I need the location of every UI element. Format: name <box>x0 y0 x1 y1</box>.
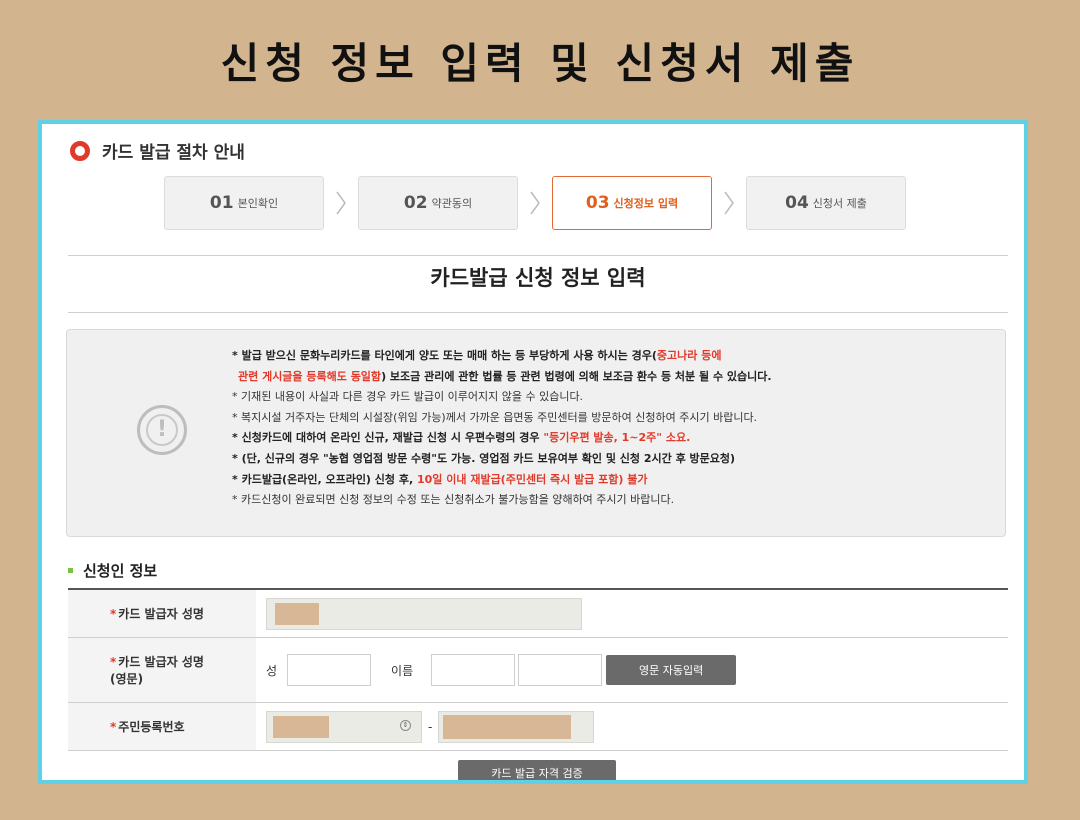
notice-list: * 발급 받으신 문화누리카드를 타인에게 양도 또는 매매 하는 등 부당하게… <box>232 346 992 511</box>
step-4: 04 신청서 제출 <box>746 176 906 230</box>
redacted-block <box>443 714 572 739</box>
step-3-number: 03 <box>585 193 610 213</box>
redacted-block <box>273 715 329 738</box>
given-name-input-2[interactable] <box>518 654 603 686</box>
name-field <box>266 597 582 630</box>
chevron-right-icon <box>324 190 358 216</box>
resident-number-second-field[interactable] <box>438 710 595 743</box>
divider <box>68 312 1008 313</box>
notice-line-4: * 복지시설 거주자는 단체의 시설장(위임 가능)께서 가까운 읍면동 주민센… <box>232 410 758 424</box>
name-value-cell <box>256 590 1008 637</box>
redacted-block <box>275 602 319 625</box>
bullet-square-icon <box>68 568 73 573</box>
step-indicator: 01 본인확인 02 약관동의 03 신청정보 입력 04 신청서 제출 <box>164 176 906 230</box>
notice-box: ! * 발급 받으신 문화누리카드를 타인에게 양도 또는 매매 하는 등 부당… <box>66 329 1006 537</box>
applicant-section-title: 신청인 정보 <box>68 560 157 581</box>
verify-eligibility-button[interactable]: 카드 발급 자격 검증 <box>458 760 616 780</box>
english-auto-fill-button[interactable]: 영문 자동입력 <box>606 655 737 685</box>
bullet-ring-icon <box>70 140 90 161</box>
surname-label: 성 <box>266 663 278 678</box>
chevron-right-icon <box>518 190 552 216</box>
guide-title-text: 카드 발급 절차 안내 <box>102 143 245 163</box>
notice-line-5: * 신청카드에 대하여 온라인 신규, 재발급 신청 시 우편수령의 경우 "등… <box>232 431 691 445</box>
notice-line-8: * 카드신청이 완료되면 신청 정보의 수정 또는 신청취소가 불가능함을 양해… <box>232 493 675 507</box>
divider <box>68 255 1008 256</box>
step-1-number: 01 <box>209 193 234 213</box>
notice-line-3: * 기재된 내용이 사실과 다른 경우 카드 발급이 이루어지지 않을 수 있습… <box>232 390 584 404</box>
step-4-number: 04 <box>785 193 809 213</box>
chevron-right-icon <box>712 190 746 216</box>
resident-number-dash: - <box>428 719 433 734</box>
english-name-label: * 카드 발급자 성명 (영문) <box>68 638 256 702</box>
notice-line-2: 관련 게시글을 등록해도 동일함) 보조금 관리에 관한 법률 등 관련 법령에… <box>238 369 772 383</box>
resident-number-first-field[interactable]: ⇕ <box>266 710 422 743</box>
page-headline: 신청 정보 입력 및 신청서 제출 <box>220 39 860 88</box>
given-name-label: 이름 <box>391 663 414 678</box>
surname-input[interactable] <box>287 654 372 686</box>
step-4-label: 신청서 제출 <box>812 197 867 210</box>
step-2: 02 약관동의 <box>358 176 518 230</box>
step-3-current: 03 신청정보 입력 <box>552 176 712 230</box>
notice-line-6: * (단, 신규의 경우 "농협 영업점 방문 수령"도 가능. 영업점 카드 … <box>232 451 736 465</box>
form-row-name: * 카드 발급자 성명 <box>68 590 1008 638</box>
form-row-english-name: * 카드 발급자 성명 (영문) 성 이름 영문 자동입력 <box>68 638 1008 703</box>
stepper-icon[interactable]: ⇕ <box>400 719 411 731</box>
resident-number-label: * 주민등록번호 <box>68 703 256 750</box>
exclamation-circle-icon: ! <box>137 405 187 455</box>
notice-line-7: * 카드발급(온라인, 오프라인) 신청 후, 10일 이내 재발급(주민센터 … <box>232 472 648 486</box>
section-title: 카드발급 신청 정보 입력 <box>430 266 646 290</box>
english-name-value-cell: 성 이름 영문 자동입력 <box>256 638 1008 702</box>
resident-number-value-cell: ⇕ - <box>256 703 1008 750</box>
applicant-form: * 카드 발급자 성명 * 카드 발급자 성명 (영문) 성 이름 영문 자동입력 <box>68 588 1008 751</box>
name-label: * 카드 발급자 성명 <box>68 590 256 637</box>
applicant-section-text: 신청인 정보 <box>83 562 158 580</box>
content-frame: 카드 발급 절차 안내 01 본인확인 02 약관동의 03 신청정보 입력 0… <box>38 120 1028 784</box>
step-2-label: 약관동의 <box>431 197 473 210</box>
step-3-label: 신청정보 입력 <box>613 197 679 210</box>
guide-title: 카드 발급 절차 안내 <box>70 138 245 163</box>
step-2-number: 02 <box>403 193 428 213</box>
form-row-resident-number: * 주민등록번호 ⇕ - <box>68 703 1008 751</box>
step-1: 01 본인확인 <box>164 176 324 230</box>
given-name-input-1[interactable] <box>431 654 516 686</box>
step-1-label: 본인확인 <box>237 197 279 210</box>
notice-line-1: * 발급 받으신 문화누리카드를 타인에게 양도 또는 매매 하는 등 부당하게… <box>232 349 722 362</box>
